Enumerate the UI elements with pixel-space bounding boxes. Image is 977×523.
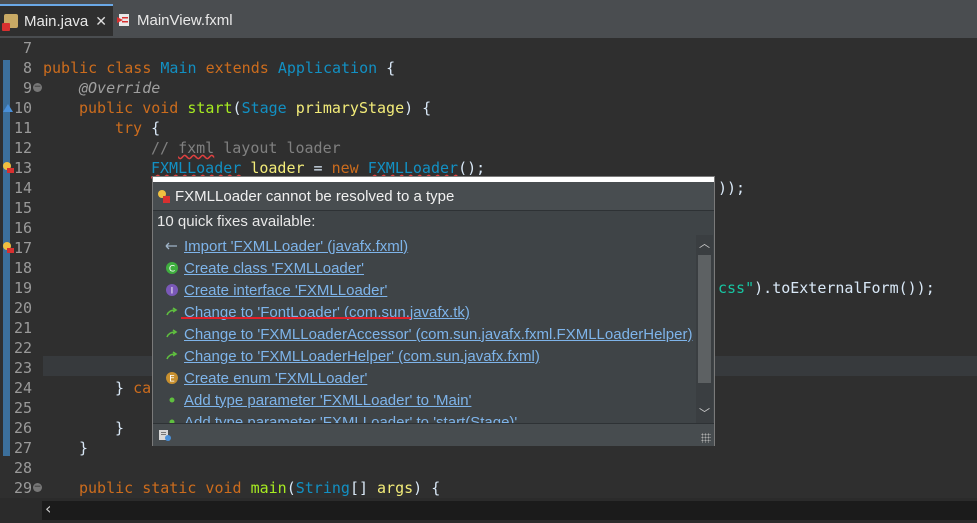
line-number: 11 [13, 119, 32, 137]
preferences-icon[interactable] [158, 428, 172, 442]
code-line-29: public static void main(String[] args) { [79, 479, 441, 497]
quick-fix-list[interactable]: Import 'FXMLLoader' (javafx.fxml) C Crea… [153, 235, 694, 423]
quick-fix-count: 10 quick fixes available: [157, 213, 316, 230]
tab-label: MainView.fxml [137, 11, 233, 29]
tab-main-java[interactable]: Main.java ✕ [0, 4, 113, 36]
code-line-8: public class Main extends Application { [43, 59, 396, 77]
line-number: 14 [13, 179, 32, 197]
line-number: 24 [13, 379, 32, 397]
line-number: 27 [13, 439, 32, 457]
quick-fix-item[interactable]: C Create class 'FXMLLoader' [153, 257, 694, 279]
enum-icon: E [165, 371, 179, 385]
quick-fix-popup: FXMLLoader cannot be resolved to a type … [152, 176, 715, 446]
line-number: 15 [13, 199, 32, 217]
line-number: 12 [13, 139, 32, 157]
class-icon: C [165, 261, 179, 275]
change-arrow-icon [165, 305, 179, 319]
line-number: 19 [13, 279, 32, 297]
line-number: 25 [13, 399, 32, 417]
line-number: 17 [13, 239, 32, 257]
code-line-14: )); [718, 179, 746, 197]
fold-icon[interactable]: − [33, 83, 42, 92]
interface-icon: I [165, 283, 179, 297]
java-file-error-icon [2, 14, 18, 31]
type-param-icon [165, 415, 179, 423]
horizontal-scrollbar[interactable]: ‹ [0, 498, 977, 523]
fold-icon[interactable]: − [33, 483, 42, 492]
popup-header: FXMLLoader cannot be resolved to a type [153, 182, 714, 211]
code-line-13: FXMLLoader loader = new FXMLLoader(); [151, 159, 486, 177]
line-number: 10 [13, 99, 32, 117]
problem-message: FXMLLoader cannot be resolved to a type [175, 187, 455, 205]
tab-mainview-fxml[interactable]: MainView.fxml [113, 6, 253, 34]
line-number: 8 [22, 59, 32, 77]
import-icon [165, 239, 179, 253]
red-underline-annotation [181, 317, 411, 319]
line-number: 21 [13, 319, 32, 337]
popup-footer [153, 423, 714, 446]
svg-text:C: C [169, 265, 175, 275]
scrollbar-track[interactable] [42, 501, 977, 520]
type-param-icon [165, 393, 179, 407]
close-tab-icon[interactable]: ✕ [95, 13, 107, 30]
tab-label: Main.java [24, 12, 89, 30]
code-line-24: } ca [115, 379, 152, 397]
quick-fix-item[interactable]: I Create interface 'FXMLLoader' [153, 279, 694, 301]
quick-fix-item[interactable]: Add type parameter 'FXMLLoader' to 'star… [153, 411, 694, 423]
code-line-26: } [115, 419, 125, 437]
svg-text:I: I [171, 287, 174, 297]
line-number: 9 [22, 79, 32, 97]
code-line-27: } [79, 439, 89, 457]
quick-fix-item[interactable]: Change to 'FXMLLoaderAccessor' (com.sun.… [153, 323, 694, 345]
code-line-19: css").toExternalForm()); [718, 279, 935, 297]
line-number: 7 [22, 39, 32, 57]
resize-grip-icon[interactable] [701, 433, 711, 443]
line-number: 18 [13, 259, 32, 277]
line-number: 16 [13, 219, 32, 237]
svg-text:E: E [169, 375, 175, 385]
code-line-9: @Override [79, 79, 161, 97]
scroll-left-icon[interactable]: ‹ [45, 499, 51, 518]
scroll-up-icon[interactable]: ︿ [698, 237, 711, 251]
quick-fix-item[interactable]: Add type parameter 'FXMLLoader' to 'Main… [153, 389, 694, 411]
code-line-11: try { [115, 119, 161, 137]
line-number: 13 [13, 159, 32, 177]
quick-fix-item[interactable]: Change to 'FXMLLoaderHelper' (com.sun.ja… [153, 345, 694, 367]
change-arrow-icon [165, 349, 179, 363]
code-line-12: // fxml layout loader [151, 139, 341, 157]
fxml-file-icon [117, 13, 131, 27]
scrollbar-thumb[interactable] [698, 255, 711, 383]
line-number: 29 [13, 479, 32, 497]
change-arrow-icon [165, 327, 179, 341]
code-line-10: public void start(Stage primaryStage) { [79, 99, 432, 117]
quick-fix-item[interactable]: Import 'FXMLLoader' (javafx.fxml) [153, 235, 694, 257]
quick-fix-item[interactable]: Change to 'FontLoader' (com.sun.javafx.t… [153, 301, 694, 323]
line-number: 23 [13, 359, 32, 377]
quick-fix-scrollbar[interactable]: ︿ ﹀ [696, 235, 713, 423]
error-lightbulb-icon [158, 190, 170, 203]
scroll-down-icon[interactable]: ﹀ [698, 407, 711, 421]
editor-tab-bar: Main.java ✕ MainView.fxml [0, 0, 977, 38]
quick-fix-item[interactable]: E Create enum 'FXMLLoader' [153, 367, 694, 389]
line-number: 20 [13, 299, 32, 317]
line-number: 22 [13, 339, 32, 357]
line-number: 28 [13, 459, 32, 477]
line-number: 26 [13, 419, 32, 437]
